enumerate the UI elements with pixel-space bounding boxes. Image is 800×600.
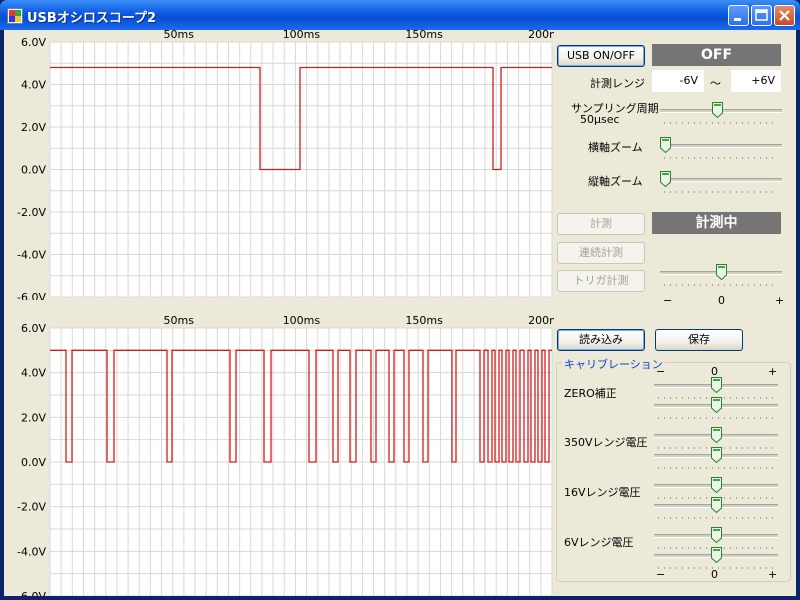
zero-correction-slider-2[interactable] [654, 397, 778, 423]
y-axis-label: 4.0V [21, 79, 46, 92]
slider-thumb[interactable] [711, 477, 722, 493]
range-min-field[interactable]: -6V [652, 70, 704, 92]
usb-status-display: OFF [652, 44, 781, 66]
v16-range-label: 16Vレンジ電圧 [564, 486, 641, 499]
cal-scale-bottom-minus: − [656, 568, 666, 581]
y-axis-label: -4.0V [17, 249, 46, 262]
y-axis-label: -6.0V [17, 291, 46, 300]
trigger-scale-minus: − [663, 294, 673, 307]
title-bar[interactable]: USBオシロスコープ2 [0, 0, 800, 30]
v-zoom-label: 縦軸ズーム [588, 175, 643, 188]
trigger-level-slider[interactable] [660, 264, 782, 290]
y-axis-label: 6.0V [21, 322, 46, 335]
read-button[interactable]: 読み込み [557, 329, 645, 351]
trigger-measure-button[interactable]: トリガ計測 [557, 270, 645, 292]
sampling-value: 50μsec [580, 113, 620, 126]
x-axis-label: 200ms [528, 30, 554, 41]
x-axis-label: 100ms [283, 30, 321, 41]
v350-range-label: 350Vレンジ電圧 [564, 436, 648, 449]
measure-status-display: 計測中 [652, 212, 781, 234]
zero-correction-label: ZERO補正 [564, 387, 617, 400]
cal-scale-bottom-zero: 0 [711, 568, 718, 581]
cal-scale-bottom-plus: + [768, 568, 778, 581]
y-axis-label: -6.0V [17, 590, 46, 596]
slider-thumb[interactable] [711, 547, 722, 563]
y-axis-label: -2.0V [17, 501, 46, 514]
x-axis-label: 50ms [163, 30, 194, 41]
maximize-button[interactable] [751, 5, 772, 26]
client-area: 6.0V 4.0V 2.0V 0.0V -2.0V -4.0V -6.0V 50ms 100ms… [4, 30, 796, 596]
maximize-icon [755, 9, 768, 21]
usb-onoff-button[interactable]: USB ON/OFF [557, 45, 645, 67]
slider-thumb[interactable] [659, 171, 671, 187]
continuous-measure-button[interactable]: 連続計測 [557, 242, 645, 264]
trigger-scale-plus: + [775, 294, 785, 307]
scope-2-plot: 6.0V 4.0V 2.0V 0.0V -2.0V -4.0V -6.0V 50ms 100ms… [17, 314, 554, 596]
slider-thumb[interactable] [711, 527, 722, 543]
minimize-icon [734, 18, 741, 21]
slider-thumb[interactable] [711, 447, 722, 463]
v-zoom-slider[interactable] [659, 171, 782, 197]
v350-range-slider-2[interactable] [654, 447, 778, 473]
close-button[interactable] [774, 5, 795, 26]
y-axis-label: 4.0V [21, 367, 46, 380]
slider-thumb[interactable] [711, 497, 722, 513]
x-axis-label: 50ms [163, 314, 194, 327]
v6-range-label: 6Vレンジ電圧 [564, 536, 634, 549]
y-axis-label: 2.0V [21, 411, 46, 424]
y-axis-label: -2.0V [17, 206, 46, 219]
scope-1-plot: 6.0V 4.0V 2.0V 0.0V -2.0V -4.0V -6.0V 50ms 100ms… [17, 30, 554, 300]
x-axis-label: 150ms [405, 314, 443, 327]
app-icon [7, 8, 23, 24]
range-tilde: ～ [710, 77, 721, 90]
x-axis-label: 200ms [528, 314, 554, 327]
v16-range-slider-2[interactable] [654, 497, 778, 523]
x-axis-label: 150ms [405, 30, 443, 41]
range-max-field[interactable]: +6V [731, 70, 781, 92]
range-label: 計測レンジ [590, 77, 645, 90]
y-axis-label: 6.0V [21, 36, 46, 49]
x-axis-label: 100ms [283, 314, 321, 327]
oscilloscope-view-2[interactable]: 6.0V 4.0V 2.0V 0.0V -2.0V -4.0V -6.0V 50ms 100ms… [4, 314, 554, 596]
h-zoom-label: 横軸ズーム [588, 141, 643, 154]
save-button[interactable]: 保存 [655, 329, 743, 351]
minimize-button[interactable] [728, 5, 749, 26]
measure-button[interactable]: 計測 [557, 213, 645, 235]
slider-thumb[interactable] [711, 377, 722, 393]
oscilloscope-view-1[interactable]: 6.0V 4.0V 2.0V 0.0V -2.0V -4.0V -6.0V 50ms 100ms… [4, 30, 554, 300]
slider-thumb[interactable] [711, 397, 722, 413]
y-axis-label: 0.0V [21, 164, 46, 177]
close-icon [779, 10, 790, 21]
trigger-scale-zero: 0 [718, 294, 725, 307]
window-title: USBオシロスコープ2 [27, 11, 157, 26]
h-zoom-slider[interactable] [659, 137, 782, 163]
slider-thumb[interactable] [659, 137, 671, 153]
slider-thumb[interactable] [716, 264, 727, 280]
sampling-slider[interactable] [660, 102, 782, 128]
y-axis-label: 0.0V [21, 456, 46, 469]
app-window: USBオシロスコープ2 6.0V 4.0V 2.0V 0.0V -2.0V -4.0V -6… [0, 0, 800, 600]
y-axis-label: -4.0V [17, 545, 46, 558]
slider-thumb[interactable] [712, 102, 724, 118]
slider-thumb[interactable] [711, 427, 722, 443]
calibration-title: キャリブレーション [562, 356, 665, 372]
y-axis-label: 2.0V [21, 121, 46, 134]
